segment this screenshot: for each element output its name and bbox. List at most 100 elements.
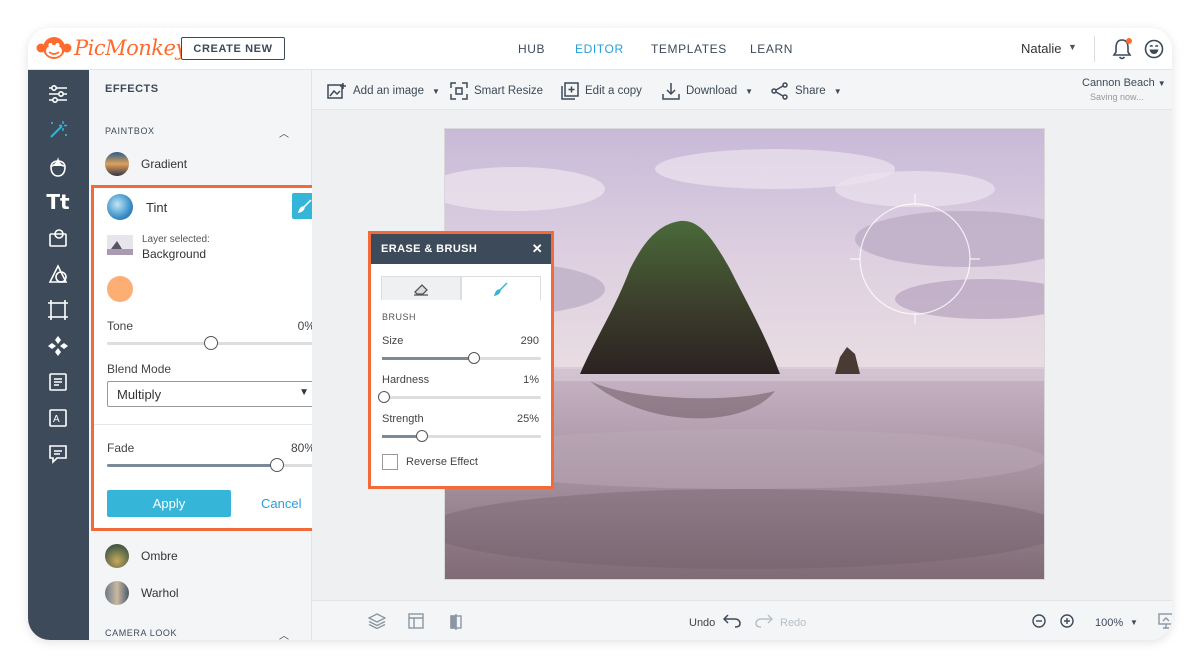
- cancel-button[interactable]: Cancel: [261, 496, 301, 511]
- comments-icon[interactable]: [46, 442, 70, 466]
- graphics-icon[interactable]: [46, 226, 70, 250]
- effect-ombre[interactable]: Ombre: [105, 544, 178, 568]
- layers-icon[interactable]: [368, 613, 386, 629]
- notification-dot: [1126, 38, 1132, 44]
- nav-templates[interactable]: TEMPLATES: [651, 42, 727, 56]
- paintbox-section-label[interactable]: PAINTBOX: [105, 126, 155, 136]
- layer-thumbnail-icon: [107, 235, 133, 255]
- edit-copy-label: Edit a copy: [585, 85, 642, 97]
- nav-learn[interactable]: LEARN: [750, 42, 793, 56]
- adjustments-icon[interactable]: [46, 82, 70, 106]
- camera-look-section-label[interactable]: CAMERA LOOK: [105, 628, 177, 638]
- download-label: Download: [686, 85, 738, 97]
- compare-icon[interactable]: [449, 613, 463, 631]
- effect-gradient[interactable]: Gradient: [105, 152, 187, 176]
- size-slider-fill: [382, 357, 475, 360]
- effect-label: Ombre: [141, 549, 178, 563]
- ombre-thumbnail: [105, 544, 129, 568]
- redo-label[interactable]: Redo: [780, 617, 806, 629]
- fade-slider-handle[interactable]: [269, 458, 284, 472]
- hardness-slider[interactable]: [377, 391, 541, 403]
- download-icon: [662, 83, 680, 100]
- save-status: Saving now...: [1090, 92, 1144, 102]
- warhol-thumbnail: [105, 581, 129, 605]
- eraser-icon: [414, 283, 428, 296]
- reverse-effect-checkbox[interactable]: [382, 454, 398, 470]
- close-icon[interactable]: ✕: [532, 241, 543, 257]
- layer-selected-value: Background: [142, 247, 207, 261]
- logo-text: PicMonkey: [74, 36, 187, 60]
- tab-eraser[interactable]: [381, 276, 461, 300]
- strength-slider[interactable]: [382, 430, 541, 442]
- chevron-down-icon[interactable]: ▼: [1068, 42, 1077, 52]
- hardness-label: Hardness: [382, 374, 430, 386]
- smart-resize-label: Smart Resize: [474, 85, 544, 97]
- fade-label: Fade: [107, 441, 135, 455]
- chevron-down-icon: ▼: [431, 86, 440, 96]
- nav-hub[interactable]: HUB: [518, 42, 545, 56]
- create-new-button[interactable]: CREATE NEW: [181, 37, 285, 60]
- svg-text:A: A: [53, 414, 60, 425]
- download-button[interactable]: Download ▼: [662, 82, 753, 100]
- size-value: 290: [520, 335, 539, 347]
- hardness-slider-handle[interactable]: [377, 391, 390, 403]
- textures-icon[interactable]: [46, 262, 70, 286]
- emoji-icon[interactable]: [1144, 39, 1164, 59]
- edit-copy-button[interactable]: Edit a copy: [561, 82, 642, 100]
- templates-icon[interactable]: [46, 370, 70, 394]
- apply-button[interactable]: Apply: [107, 490, 231, 517]
- tab-brush[interactable]: [461, 276, 541, 301]
- tint-effect-card: Tint Layer selected: Background Tone 0% …: [91, 185, 334, 531]
- logo[interactable]: PicMonkey: [36, 35, 187, 61]
- erase-brush-header: ERASE & BRUSH ✕: [371, 234, 551, 264]
- text-icon[interactable]: Tt: [46, 190, 70, 214]
- frames-icon[interactable]: [46, 298, 70, 322]
- zoom-in-icon[interactable]: [1060, 614, 1074, 628]
- paintbrush-icon: [297, 199, 312, 214]
- redo-icon[interactable]: [755, 614, 773, 628]
- tint-color-swatch[interactable]: [107, 276, 133, 302]
- chevron-down-icon[interactable]: ▼: [1130, 618, 1138, 627]
- zoom-level[interactable]: 100%: [1095, 617, 1123, 629]
- tone-label: Tone: [107, 319, 134, 333]
- strength-slider-handle[interactable]: [415, 430, 428, 442]
- erase-brush-title: ERASE & BRUSH: [381, 243, 478, 255]
- tone-slider[interactable]: [107, 336, 319, 350]
- tint-title: Tint: [146, 200, 168, 215]
- effects-wand-icon[interactable]: [46, 118, 70, 142]
- undo-label[interactable]: Undo: [689, 617, 715, 629]
- share-icon: [771, 82, 788, 100]
- size-slider-handle[interactable]: [468, 352, 481, 364]
- monkey-logo-icon: [36, 37, 72, 59]
- add-image-button[interactable]: Add an image ▼: [327, 82, 440, 100]
- erase-brush-tabs: [381, 276, 541, 301]
- effect-warhol[interactable]: Warhol: [105, 581, 179, 605]
- top-bar: PicMonkey CREATE NEW HUB EDITOR TEMPLATE…: [28, 28, 1172, 70]
- effect-label: Gradient: [141, 157, 188, 171]
- size-slider[interactable]: [382, 352, 541, 364]
- chevron-down-icon: ▼: [299, 387, 309, 398]
- touch-up-face-icon[interactable]: [46, 154, 70, 178]
- chevron-up-icon[interactable]: ︿: [279, 125, 289, 140]
- share-button[interactable]: Share ▼: [771, 82, 842, 100]
- bottom-bar: Undo Redo 100% ▼: [312, 600, 1172, 640]
- themes-icon[interactable]: [46, 334, 70, 358]
- tone-slider-handle[interactable]: [203, 336, 218, 350]
- fade-slider-fill: [107, 464, 277, 467]
- blend-mode-label: Blend Mode: [107, 362, 172, 376]
- tool-rail: Tt A: [28, 70, 89, 640]
- user-name[interactable]: Natalie: [1021, 41, 1061, 56]
- fade-slider[interactable]: [107, 458, 319, 472]
- chevron-up-icon[interactable]: ︿: [279, 627, 289, 640]
- undo-icon[interactable]: [723, 614, 741, 628]
- presentation-icon[interactable]: [1158, 613, 1172, 629]
- project-name[interactable]: Cannon Beach ▼: [1082, 77, 1166, 89]
- smart-resize-button[interactable]: Smart Resize: [450, 82, 543, 100]
- nav-editor[interactable]: EDITOR: [575, 42, 624, 56]
- blend-mode-select[interactable]: Multiply ▼: [107, 381, 319, 407]
- zoom-out-icon[interactable]: [1032, 614, 1046, 628]
- layout-grid-icon[interactable]: [408, 613, 424, 629]
- stock-icon[interactable]: A: [46, 406, 70, 430]
- chevron-down-icon: ▼: [1157, 79, 1166, 88]
- divider: [1094, 36, 1095, 62]
